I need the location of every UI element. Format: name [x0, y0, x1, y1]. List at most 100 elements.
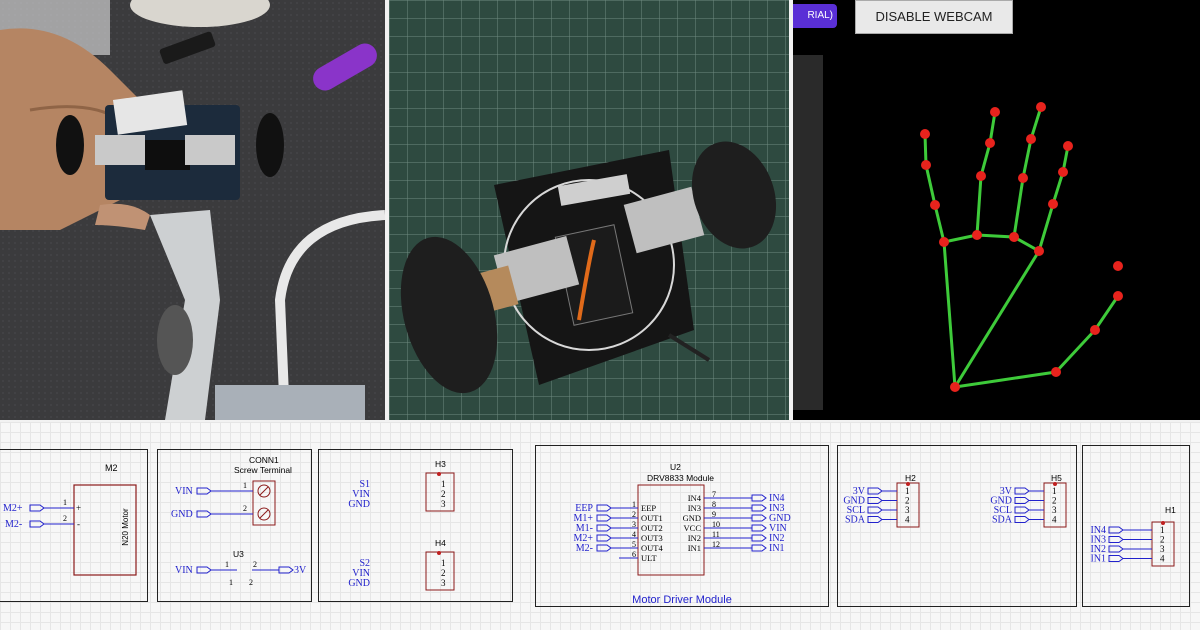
u2-left-net-flag: [596, 544, 612, 552]
conn1-pin-gnd: GND: [171, 509, 193, 520]
header-net-flag: [867, 516, 883, 523]
u2-ref: U2: [670, 462, 681, 472]
u2-right-pin-number: 10: [712, 520, 720, 529]
h3-num-2: 2: [441, 489, 446, 499]
m2-plus-mark: +: [76, 503, 81, 513]
header-pin-number: 2: [1160, 535, 1165, 545]
header-net-label: IN1: [1090, 554, 1106, 565]
header-net-flag: [867, 497, 883, 504]
u2-left-pin-number: 5: [632, 540, 636, 549]
u2-right-pin-name: GND: [683, 513, 701, 523]
robot-on-mat-illustration: [389, 0, 789, 420]
header-net-label: SDA: [845, 515, 866, 526]
m2-ref: M2: [105, 463, 118, 473]
schematic-panel: M2 N20 Motor M2+ M2- 1 2 + - CONN1 Screw…: [0, 422, 1200, 630]
u2-right-pin-number: 11: [712, 530, 720, 539]
u2-title: Motor Driver Module: [632, 594, 732, 606]
h5-ref: H5: [1051, 473, 1062, 483]
h4-pin-3: GND: [348, 578, 370, 589]
header-net-flag: [1108, 545, 1124, 553]
u2-left-net-label: M2-: [576, 543, 593, 554]
header-net-label: SDA: [992, 515, 1013, 526]
u2-left-pin-name: EEP: [641, 503, 656, 513]
conn1-pin-num-2: 2: [243, 504, 247, 513]
robot-in-hand-illustration: [0, 0, 385, 420]
h3-num-3: 3: [441, 499, 446, 509]
u2-left-pin-name: OUT3: [641, 533, 663, 543]
header-pin-number: 1: [1052, 486, 1057, 496]
u2-right-pin-name: VCC: [684, 523, 702, 533]
header-pin-number: 1: [905, 486, 910, 496]
m2-minus-mark: -: [77, 519, 80, 529]
u2-right-pin-number: 8: [712, 500, 716, 509]
m2-pin-plus: M2+: [3, 503, 23, 514]
header-net-flag: [1014, 487, 1030, 495]
conn1-u3-symbol: CONN1 Screw Terminal VIN GND 1 2 U3 VIN …: [171, 455, 307, 587]
header-pin-number: 3: [1052, 505, 1057, 515]
photo-robot-on-mat: [389, 0, 789, 420]
conn1-pin-num-1: 1: [243, 481, 247, 490]
photo-robot-in-hand: [0, 0, 385, 420]
u2-right-pin-name: IN3: [688, 503, 701, 513]
u2-right-net-label: IN1: [769, 543, 785, 554]
u2-right-pin-name: IN1: [688, 543, 701, 553]
u3-num-b: 2: [253, 560, 257, 569]
hand-landmarks-overlay: [920, 102, 1123, 392]
header-pin-number: 4: [1160, 554, 1165, 564]
u3-ref: U3: [233, 549, 244, 559]
conn1-pin-vin: VIN: [175, 486, 193, 497]
u3-num-c: 1: [229, 578, 233, 587]
conn1-value: Screw Terminal: [234, 465, 292, 475]
m2-value: N20 Motor: [121, 508, 130, 546]
m2-pin-num-2: 2: [63, 514, 67, 523]
h4-num-2: 2: [441, 568, 446, 578]
u2-left-pin-name: OUT2: [641, 523, 663, 533]
hand-joint-points: [920, 102, 1123, 392]
header-pin-number: 3: [1160, 544, 1165, 554]
hand-skeleton-lines: [923, 106, 1120, 389]
header-pin-number: 4: [1052, 515, 1057, 525]
m2-pin-minus: M2-: [5, 519, 22, 530]
header-pin-number: 3: [905, 505, 910, 515]
h1-symbol: H1 IN4 1IN3 2IN2 3IN1 4: [1090, 505, 1176, 567]
u2-right-net-flag: [751, 514, 767, 522]
u2-value: DRV8833 Module: [647, 473, 714, 483]
u2-left-net-flag: [596, 524, 612, 532]
header-pin-number: 2: [1052, 496, 1057, 506]
u2-right-pin-number: 9: [712, 510, 716, 519]
u3-num-d: 2: [249, 578, 253, 587]
h4-ref: H4: [435, 538, 446, 548]
h4-num-1: 1: [441, 558, 446, 568]
h3-ref: H3: [435, 459, 446, 469]
u2-right-net-flag: [751, 494, 767, 502]
u2-left-pin-name: ULT: [641, 553, 658, 563]
h2-h5-symbol: H2 H5 3V 1GND 2SCL 3SDA 4 3V 1GND 2SCL 3SDA 4: [843, 473, 1067, 528]
header-net-flag: [867, 487, 883, 495]
header-net-flag: [1014, 516, 1030, 523]
h1-ref: H1: [1165, 505, 1176, 515]
u2-left-pin-number: 6: [632, 550, 636, 559]
webcam-hand-tracking-view: RIAL) DISABLE WEBCAM: [793, 0, 1200, 420]
h2-ref: H2: [905, 473, 916, 483]
u2-right-pin-number: 12: [712, 540, 720, 549]
u2-left-pin-number: 3: [632, 520, 636, 529]
u2-left-net-flag: [596, 514, 612, 522]
header-net-flag: [867, 506, 883, 514]
u2-left-pin-number: 4: [632, 530, 636, 539]
header-pin-number: 4: [905, 515, 910, 525]
u2-right-pin-name: IN2: [688, 533, 701, 543]
u3-pin-vin: VIN: [175, 565, 193, 576]
u2-right-net-flag: [751, 504, 767, 512]
header-pin-number: 2: [905, 496, 910, 506]
u2-left-net-flag: [596, 504, 612, 512]
h3-h4-symbol: H3 H4 S1 VIN GND S2 VIN GND 1 2 3 1 2 3: [348, 459, 455, 591]
u2-right-net-flag: [751, 534, 767, 542]
u2-left-pin-name: OUT1: [641, 513, 663, 523]
u3-pin-3v: 3V: [294, 565, 307, 576]
h4-num-3: 3: [441, 578, 446, 588]
header-pin-number: 1: [1160, 525, 1165, 535]
u2-right-net-flag: [751, 544, 767, 552]
header-net-flag: [1014, 497, 1030, 504]
h3-num-1: 1: [441, 479, 446, 489]
h3-pin-3: GND: [348, 499, 370, 510]
